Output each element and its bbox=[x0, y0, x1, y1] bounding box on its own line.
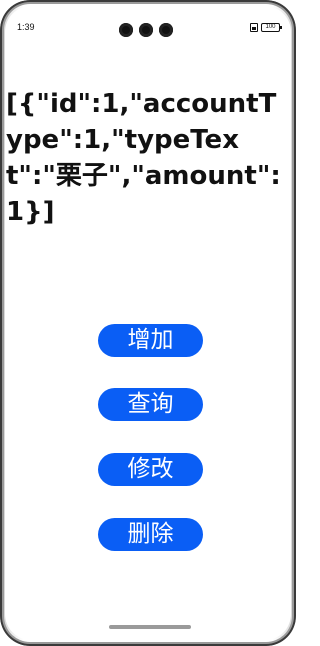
modify-button[interactable]: 修改 bbox=[98, 453, 203, 486]
phone-frame: 1:39 100 [{"id":1,"accountType":1,"typeT… bbox=[0, 0, 296, 646]
camera-icon bbox=[139, 23, 153, 37]
status-bar: 1:39 100 bbox=[5, 6, 291, 40]
query-button[interactable]: 查询 bbox=[98, 388, 203, 421]
status-time: 1:39 bbox=[17, 22, 35, 32]
home-indicator[interactable] bbox=[109, 625, 191, 629]
delete-button[interactable]: 删除 bbox=[98, 518, 203, 551]
status-icons: 100 bbox=[250, 23, 282, 32]
add-button[interactable]: 增加 bbox=[98, 324, 203, 357]
camera-icon bbox=[159, 23, 173, 37]
battery-icon: 100 bbox=[261, 23, 282, 32]
camera-cutout bbox=[119, 23, 173, 37]
camera-icon bbox=[119, 23, 133, 37]
sim-icon bbox=[250, 23, 258, 32]
json-output-text: [{"id":1,"accountType":1,"typeText":"栗子"… bbox=[6, 89, 281, 227]
